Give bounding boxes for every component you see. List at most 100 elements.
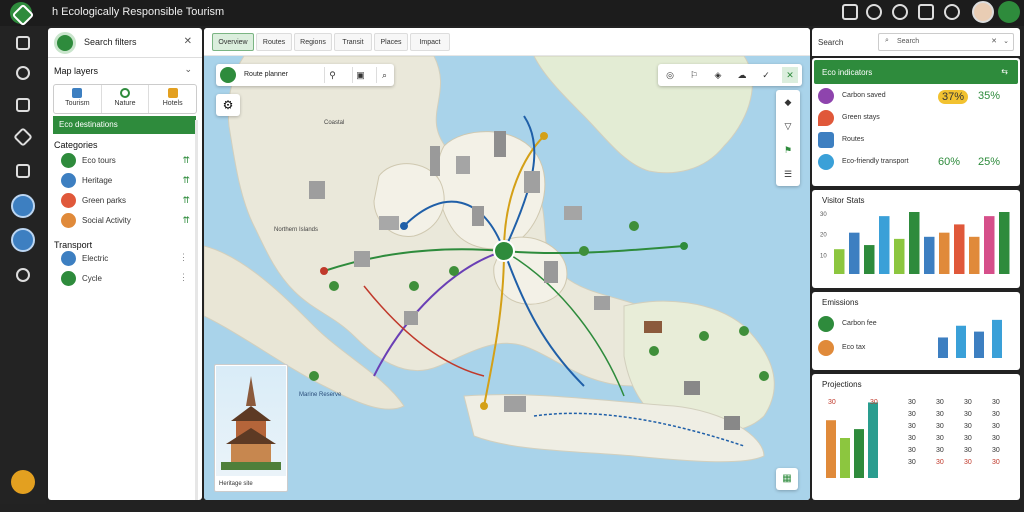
chart-bar <box>992 319 1002 358</box>
profile-badge-icon[interactable] <box>998 1 1020 23</box>
close-icon[interactable]: ✕ <box>782 67 798 83</box>
share-icon[interactable]: ⇈ <box>182 215 190 226</box>
stop-marker[interactable] <box>680 242 688 250</box>
qr-code-icon[interactable]: ▦ <box>776 468 798 490</box>
stop-marker[interactable] <box>480 402 488 410</box>
list-item[interactable]: Electric ⋮ <box>58 250 190 268</box>
search-icon[interactable]: ⌕ <box>376 67 392 83</box>
menu-icon[interactable] <box>944 4 960 20</box>
table-cell: 30 <box>908 399 916 406</box>
location-icon[interactable] <box>16 66 30 80</box>
table-cell: 30 <box>992 411 1000 418</box>
flag-icon[interactable]: ⚑ <box>780 142 796 158</box>
list-item[interactable]: Social Activity ⇈ <box>58 212 190 230</box>
building <box>684 381 700 395</box>
layers-icon[interactable]: ▽ <box>780 118 796 134</box>
table-cell: 30 <box>992 423 1000 430</box>
stat-row: Eco-friendly transport 60% 25% <box>818 152 1014 174</box>
check-icon[interactable]: ✓ <box>758 67 774 83</box>
stop-marker[interactable] <box>400 222 408 230</box>
building <box>494 131 506 157</box>
tab-tourism[interactable]: Tourism <box>54 85 102 113</box>
table-cell: 30 <box>908 435 916 442</box>
chat-icon[interactable] <box>918 4 934 20</box>
shield-icon[interactable]: ◈ <box>710 67 726 83</box>
avatar[interactable] <box>972 1 994 23</box>
stop-marker[interactable] <box>320 267 328 275</box>
layers-icon[interactable] <box>11 194 35 218</box>
camera-icon[interactable]: ◎ <box>662 67 678 83</box>
panel-toggle-icon[interactable] <box>11 470 35 494</box>
bell-icon[interactable] <box>842 4 858 20</box>
tab-nature[interactable]: Nature <box>102 85 150 113</box>
lock-icon[interactable]: ▣ <box>352 67 368 83</box>
visitor-stats-chart: 30 20 10 <box>820 212 1010 274</box>
site-thumbnail[interactable]: Heritage site <box>214 364 288 492</box>
compass-icon[interactable]: ◆ <box>780 94 796 110</box>
share-icon[interactable]: ⇈ <box>182 175 190 186</box>
stop-marker[interactable] <box>540 132 548 140</box>
card-title: Eco indicators <box>822 68 873 77</box>
clock-icon[interactable] <box>866 4 882 20</box>
pin-icon[interactable]: ⚲ <box>324 67 340 83</box>
chart-bar <box>894 238 905 274</box>
book-icon[interactable] <box>16 98 30 112</box>
user-icon[interactable] <box>892 4 908 20</box>
chart-bar <box>924 236 935 274</box>
close-icon[interactable]: ✕ <box>184 36 192 47</box>
globe-icon[interactable] <box>11 228 35 252</box>
tab-routes[interactable]: Routes <box>256 33 292 51</box>
filter-logo-icon <box>54 32 76 54</box>
document-icon[interactable] <box>16 164 30 178</box>
building <box>644 321 662 333</box>
tab-label: Tourism <box>65 100 90 107</box>
projections-chart: 30 30 30 30 30 30 30 30 30 30 30 30 30 30 30 30 30 30 30 30… <box>826 399 1000 478</box>
app-logo-icon[interactable] <box>10 2 32 24</box>
tab-regions[interactable]: Regions <box>294 33 332 51</box>
more-icon[interactable]: ⋮ <box>179 252 188 263</box>
list-item[interactable]: Heritage ⇈ <box>58 172 190 190</box>
map-canvas[interactable]: Coastal Northern Islands Marine Reserve <box>204 56 810 500</box>
list-item-label: Green parks <box>82 196 127 205</box>
chevron-down-icon[interactable]: ⌄ <box>184 64 192 75</box>
home-icon <box>72 88 83 98</box>
hub-marker[interactable] <box>493 240 515 262</box>
chart-bar <box>826 420 836 478</box>
tick-label: 20 <box>820 233 827 239</box>
chart-bar <box>956 325 966 358</box>
map-panel: Overview Routes Regions Transit Places I… <box>204 28 810 500</box>
clear-icon[interactable]: ✕ <box>991 37 997 45</box>
list-item[interactable]: Green parks ⇈ <box>58 192 190 210</box>
chevron-down-icon[interactable]: ⌄ <box>1003 37 1009 45</box>
share-icon[interactable]: ⇈ <box>182 155 190 166</box>
value-label: 30 <box>828 399 836 406</box>
table-cell: 30 <box>964 399 972 406</box>
walk-icon[interactable]: ⚐ <box>686 67 702 83</box>
chart-bar <box>909 212 920 274</box>
share-icon[interactable]: ⇆ <box>1001 67 1008 76</box>
scrollbar[interactable] <box>195 120 198 500</box>
list-item[interactable]: Cycle ⋮ <box>58 270 190 288</box>
stat-row: Green stays <box>818 108 1014 130</box>
share-icon[interactable]: ⇈ <box>182 195 190 206</box>
help-icon[interactable] <box>16 268 30 282</box>
eco-destinations-header[interactable]: Eco destinations <box>53 116 196 134</box>
chart-bar <box>999 212 1010 274</box>
list-icon[interactable]: ☰ <box>780 166 796 182</box>
table-cell: 30 <box>992 447 1000 454</box>
list-item[interactable]: Eco tours ⇈ <box>58 152 190 170</box>
pencil-icon[interactable] <box>13 127 33 147</box>
tab-places[interactable]: Places <box>374 33 408 51</box>
tab-hotels[interactable]: Hotels <box>149 85 196 113</box>
tab-transit[interactable]: Transit <box>334 33 372 51</box>
grid-icon[interactable] <box>16 36 30 50</box>
cloud-icon[interactable]: ☁ <box>734 67 750 83</box>
search-input[interactable]: ⌕ Search ✕ ⌄ <box>878 33 1014 51</box>
stat-row: Routes <box>818 130 1014 152</box>
table-cell: 30 <box>908 423 916 430</box>
settings-gear-icon[interactable]: ⚙ <box>216 94 240 116</box>
more-icon[interactable]: ⋮ <box>179 272 188 283</box>
table-cell: 30 <box>964 459 972 466</box>
tab-impact[interactable]: Impact <box>410 33 450 51</box>
tab-overview[interactable]: Overview <box>212 33 254 51</box>
